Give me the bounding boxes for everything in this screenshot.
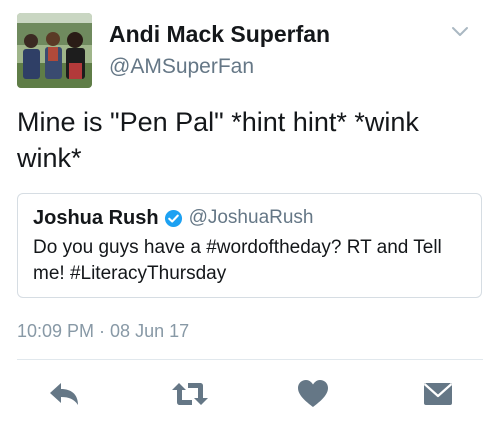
reply-icon[interactable] bbox=[47, 378, 81, 410]
quoted-author-handle[interactable]: @JoshuaRush bbox=[189, 206, 314, 230]
quoted-tweet-text: Do you guys have a #wordoftheday? RT and… bbox=[33, 237, 442, 284]
author-handle[interactable]: @AMSuperFan bbox=[109, 54, 254, 80]
author-display-name[interactable]: Andi Mack Superfan bbox=[109, 20, 330, 48]
avatar-photo bbox=[17, 13, 92, 88]
avatar[interactable] bbox=[17, 13, 92, 88]
envelope-icon[interactable] bbox=[421, 378, 455, 410]
divider bbox=[17, 359, 483, 360]
retweet-icon[interactable] bbox=[170, 378, 210, 410]
quoted-tweet[interactable]: Joshua Rush @JoshuaRush Do you guys have… bbox=[17, 193, 482, 298]
verified-badge-icon bbox=[164, 209, 183, 228]
heart-icon[interactable] bbox=[296, 378, 330, 410]
quoted-tweet-header: Joshua Rush @JoshuaRush bbox=[33, 206, 314, 230]
quoted-author-name[interactable]: Joshua Rush bbox=[33, 206, 159, 230]
tweet-card: Andi Mack Superfan @AMSuperFan Mine is "… bbox=[0, 0, 500, 423]
chevron-down-icon[interactable] bbox=[448, 22, 472, 42]
tweet-timestamp[interactable]: 10:09 PM · 08 Jun 17 bbox=[17, 320, 189, 342]
tweet-text: Mine is "Pen Pal" *hint hint* *wink wink… bbox=[17, 107, 419, 173]
